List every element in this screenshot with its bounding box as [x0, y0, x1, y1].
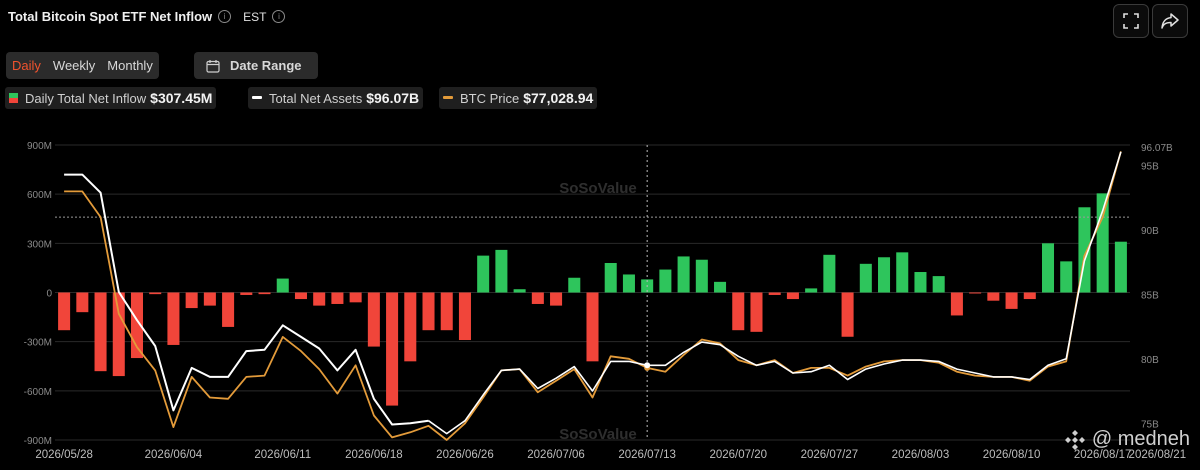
right-axis-tick-label: 80B [1141, 355, 1159, 366]
inflow-bar [805, 288, 818, 293]
inflow-bar [167, 292, 180, 345]
inflow-bar [823, 254, 836, 293]
inflow-bar [1060, 261, 1073, 293]
x-axis-tick-label: 2026/06/04 [145, 449, 203, 461]
inflow-bar [1023, 292, 1036, 300]
chart-plot: SoSoValue SoSoValue 900M 600M 300M 0 -300M -6… [24, 141, 1186, 461]
inflow-bar [222, 292, 235, 327]
x-axis-tick-label: 2026/05/28 [35, 449, 93, 461]
inflow-bar [586, 292, 599, 362]
inflow-bar [1005, 292, 1018, 309]
inflow-bar [604, 263, 617, 293]
inflow-bar [94, 292, 107, 372]
inflow-bar [950, 292, 963, 316]
inflow-bar [203, 292, 216, 306]
x-axis-tick-label: 2026/07/20 [709, 449, 767, 461]
attribution-logo-icon [1064, 429, 1085, 450]
inflow-bar [841, 292, 854, 337]
right-axis-tick-label: 90B [1141, 226, 1159, 237]
inflow-bar [258, 292, 271, 295]
inflow-bar [969, 292, 982, 294]
inflow-bar [932, 276, 945, 293]
right-axis-tick-label: 95B [1141, 162, 1159, 173]
attribution: @ medneh [1064, 428, 1190, 451]
inflow-bar [1114, 241, 1127, 293]
inflow-bar [1041, 243, 1055, 293]
watermark-text-top: SoSoValue [559, 180, 637, 197]
inflow-bar [458, 292, 471, 341]
left-axis-tick-label: 900M [27, 141, 52, 152]
inflow-bar [149, 292, 162, 295]
inflow-bar [58, 292, 71, 331]
x-axis-tick-label: 2026/06/11 [254, 449, 311, 461]
inflow-bar [404, 292, 417, 362]
inflow-bar [878, 257, 891, 293]
inflow-bar [695, 259, 708, 293]
inflow-bar [987, 292, 1000, 301]
inflow-bar [440, 292, 453, 331]
inflow-bar [714, 281, 727, 293]
attribution-text: @ medneh [1091, 428, 1190, 450]
left-axis-tick-label: -900M [24, 436, 52, 447]
x-axis-tick-label: 2026/08/10 [983, 449, 1041, 461]
inflow-bar [294, 292, 307, 300]
inflow-bar [112, 292, 125, 377]
inflow-bar [513, 289, 526, 293]
x-axis-tick-label: 2026/07/06 [527, 449, 585, 461]
inflow-bar [276, 278, 289, 293]
inflow-bar [859, 263, 872, 293]
left-axis-tick-label: 0 [46, 289, 52, 300]
inflow-bar [914, 272, 927, 293]
inflow-bar [550, 292, 563, 306]
inflow-bar [786, 292, 799, 300]
inflow-bar [422, 292, 435, 331]
inflow-bar [568, 277, 581, 293]
left-axis-tick-label: 300M [27, 239, 52, 250]
inflow-bar [659, 269, 672, 293]
inflow-bar [768, 292, 781, 295]
inflow-bar [367, 292, 380, 347]
inflow-bar [313, 292, 326, 306]
inflow-bar [750, 292, 763, 332]
left-axis-tick-label: -300M [24, 338, 52, 349]
inflow-bar [76, 292, 89, 313]
inflow-bar [677, 256, 690, 293]
inflow-bar [240, 292, 253, 295]
right-axis-current-label: 96.07B [1141, 143, 1173, 154]
inflow-bar [331, 292, 344, 304]
inflow-bar [531, 292, 544, 304]
x-axis-tick-label: 2026/06/18 [345, 449, 403, 461]
inflow-bar [386, 292, 399, 406]
crosshair-assets-dot [644, 362, 651, 369]
inflow-bar [896, 252, 909, 293]
left-axis-tick-label: -600M [24, 387, 52, 398]
inflow-bar [732, 292, 745, 331]
inflow-bar [477, 255, 490, 293]
left-axis-tick-label: 600M [27, 190, 52, 201]
right-axis-tick-label: 85B [1141, 290, 1159, 301]
inflow-bar [622, 274, 635, 293]
x-axis-tick-label: 2026/06/26 [436, 449, 494, 461]
x-axis-tick-label: 2026/07/27 [801, 449, 859, 461]
x-axis-tick-label: 2026/07/13 [618, 449, 676, 461]
inflow-bar [349, 292, 362, 303]
inflow-bar [495, 249, 508, 293]
watermark-text-bottom: SoSoValue [559, 426, 637, 443]
inflow-bar [185, 292, 198, 309]
x-axis-tick-label: 2026/08/03 [892, 449, 950, 461]
